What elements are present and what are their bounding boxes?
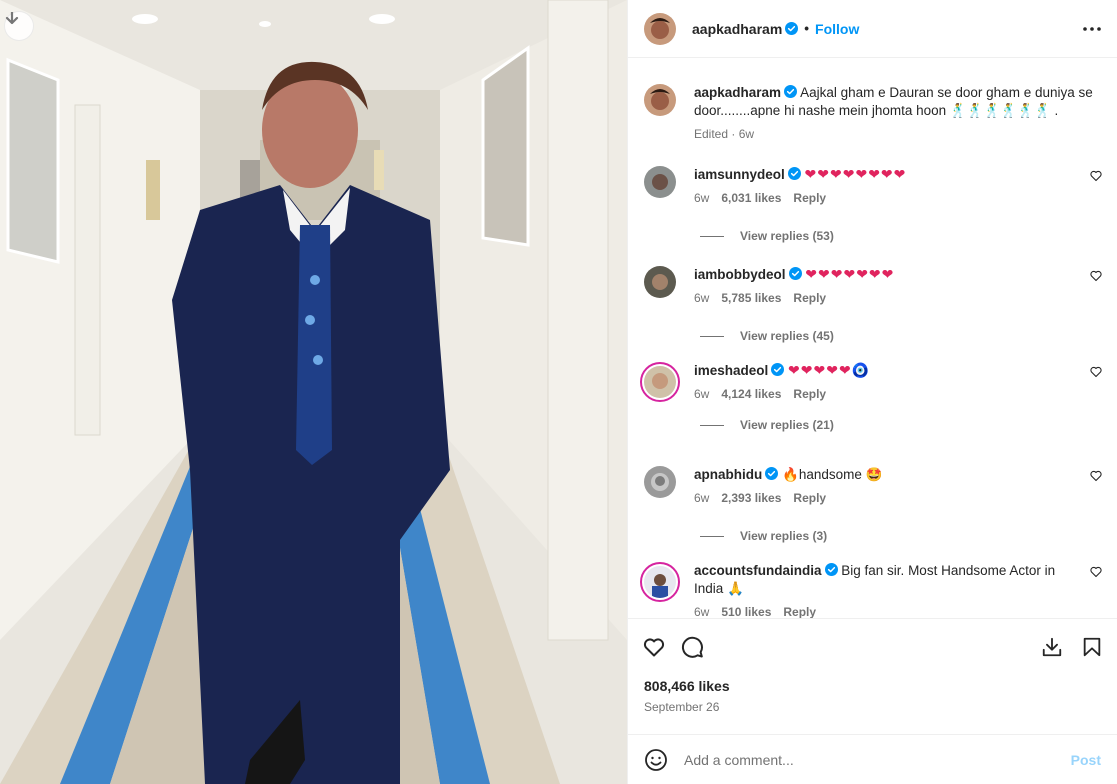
post-date[interactable]: September 26 (628, 700, 1117, 714)
comment-likes[interactable]: 5,785 likes (721, 291, 781, 305)
view-replies-button[interactable]: View replies (3) (700, 529, 1102, 543)
reply-button[interactable]: Reply (783, 605, 816, 618)
view-replies-label: View replies (21) (740, 418, 834, 432)
comment-text: ❤❤❤❤❤🧿 (788, 363, 871, 379)
comment-text: ❤❤❤❤❤❤❤❤ (804, 167, 907, 183)
download-button[interactable] (1041, 636, 1063, 658)
heart-icon[interactable] (1090, 470, 1102, 482)
comment-likes[interactable]: 6,031 likes (721, 191, 781, 205)
comments-list[interactable]: aapkadharam Aajkal gham e Dauran se door… (628, 58, 1117, 618)
save-icon (1042, 637, 1062, 656)
verified-icon (784, 85, 798, 98)
download-icon (5, 12, 19, 25)
caption: aapkadharam Aajkal gham e Dauran se door… (644, 84, 1101, 141)
comment-item: apnabhidu 🔥handsome 🤩 6w 2,393 likes Reply… (644, 466, 1102, 543)
comment-likes[interactable]: 2,393 likes (721, 491, 781, 505)
like-button[interactable] (642, 635, 666, 659)
comment-username[interactable]: apnabhidu (694, 467, 762, 482)
post-button[interactable]: Post (1071, 752, 1101, 768)
verified-icon (787, 167, 801, 180)
divider-line (700, 424, 724, 426)
post-side-panel: aapkadharam • Follow aapkadharam Aajkal … (627, 0, 1117, 784)
comment-button[interactable] (680, 635, 704, 659)
comment-item: accountsfundaindia Big fan sir. Most Han… (640, 562, 1102, 618)
more-options-button[interactable] (1083, 26, 1101, 31)
post-image (0, 0, 627, 784)
comment-age: 6w (694, 291, 710, 305)
verified-icon (765, 467, 779, 480)
view-replies-button[interactable]: View replies (21) (700, 418, 1102, 432)
reply-button[interactable]: Reply (793, 387, 826, 401)
likes-count[interactable]: 808,466 likes (628, 678, 1117, 694)
comment-item: imeshadeol ❤❤❤❤❤🧿 6w 4,124 likes Reply Vie… (640, 362, 1102, 432)
comment-age: 6w (694, 191, 710, 205)
comment-text: 🔥handsome 🤩 (782, 467, 883, 482)
avatar[interactable] (644, 84, 676, 116)
view-replies-button[interactable]: View replies (53) (700, 229, 1102, 243)
avatar-story-ring[interactable] (640, 362, 680, 402)
heart-icon[interactable] (1090, 566, 1102, 578)
bookmark-icon (1083, 637, 1101, 656)
divider-line (700, 535, 724, 537)
avatar-story-ring[interactable] (640, 562, 680, 602)
comment-age: 6w (694, 605, 710, 618)
comment-composer: Post (628, 734, 1117, 784)
post-photo (0, 0, 627, 784)
avatar[interactable] (644, 466, 676, 498)
comment-item: iambobbydeol ❤❤❤❤❤❤❤ 6w 5,785 likes Reply … (644, 266, 1102, 343)
reply-button[interactable]: Reply (793, 491, 826, 505)
comment-text: ❤❤❤❤❤❤❤ (805, 267, 895, 283)
heart-icon[interactable] (1090, 270, 1102, 282)
comment-username[interactable]: iambobbydeol (694, 267, 786, 282)
download-badge[interactable] (4, 11, 34, 41)
reply-button[interactable]: Reply (793, 291, 826, 305)
view-replies-label: View replies (3) (740, 529, 828, 543)
post-header: aapkadharam • Follow (628, 0, 1117, 58)
separator-dot: • (804, 21, 810, 36)
caption-meta: Edited · 6w (694, 127, 755, 141)
comment-input[interactable] (684, 751, 1071, 768)
divider-line (700, 335, 724, 337)
divider-line (700, 235, 724, 237)
heart-icon (643, 637, 665, 656)
comment-age: 6w (694, 491, 710, 505)
follow-button[interactable]: Follow (815, 21, 859, 37)
view-replies-label: View replies (53) (740, 229, 834, 243)
comment-likes[interactable]: 510 likes (721, 605, 771, 618)
more-icon (1083, 26, 1101, 31)
verified-icon (788, 267, 802, 280)
verified-icon (824, 563, 838, 576)
header-username[interactable]: aapkadharam (692, 21, 782, 37)
comment-age: 6w (694, 387, 710, 401)
comment-icon (681, 636, 703, 658)
action-bar (628, 618, 1117, 674)
comment-username[interactable]: iamsunnydeol (694, 167, 785, 182)
comment-username[interactable]: imeshadeol (694, 363, 768, 378)
reply-button[interactable]: Reply (793, 191, 826, 205)
view-replies-label: View replies (45) (740, 329, 834, 343)
verified-icon (785, 22, 799, 35)
heart-icon[interactable] (1090, 366, 1102, 378)
comment-username[interactable]: accountsfundaindia (694, 563, 822, 578)
avatar[interactable] (644, 266, 676, 298)
comment-item: iamsunnydeol ❤❤❤❤❤❤❤❤ 6w 6,031 likes Reply… (644, 166, 1102, 243)
heart-icon[interactable] (1090, 170, 1102, 182)
caption-username[interactable]: aapkadharam (694, 85, 781, 100)
bookmark-button[interactable] (1081, 636, 1103, 658)
emoji-icon[interactable] (644, 748, 668, 772)
avatar[interactable] (644, 166, 676, 198)
avatar[interactable] (644, 12, 676, 45)
verified-icon (771, 363, 785, 376)
view-replies-button[interactable]: View replies (45) (700, 329, 1102, 343)
comment-likes[interactable]: 4,124 likes (721, 387, 781, 401)
